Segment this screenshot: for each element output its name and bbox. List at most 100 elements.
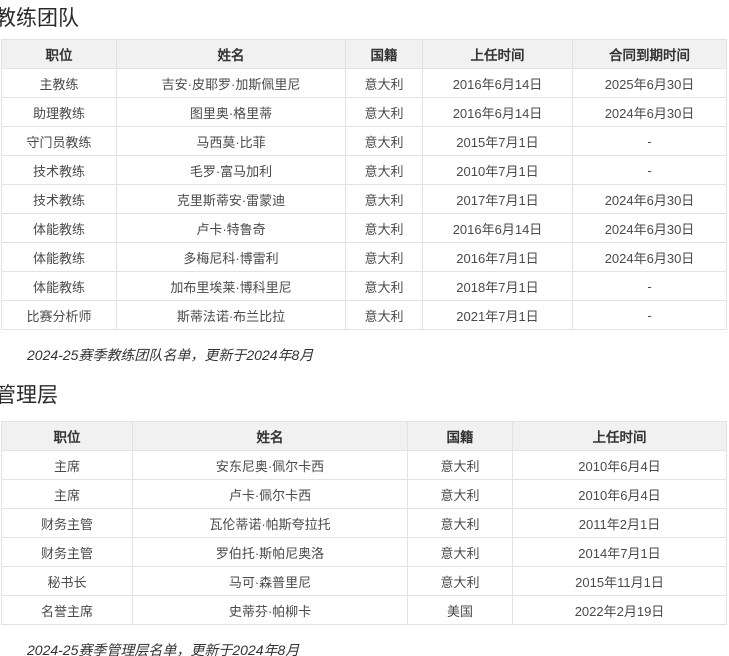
table-cell: 意大利 bbox=[345, 126, 423, 156]
table-cell: 主教练 bbox=[1, 68, 117, 98]
table-row: 主席 安东尼奥·佩尔卡西 意大利 2010年6月4日 bbox=[1, 450, 727, 480]
table-cell: 美国 bbox=[407, 595, 513, 625]
table-cell: 卢卡·特鲁奇 bbox=[116, 213, 346, 243]
header-row: 职位 姓名 国籍 上任时间 bbox=[1, 421, 727, 451]
table-cell: 助理教练 bbox=[1, 97, 117, 127]
table-row: 财务主管 瓦伦蒂诺·帕斯夸拉托 意大利 2011年2月1日 bbox=[1, 508, 727, 538]
table-cell: 意大利 bbox=[345, 213, 423, 243]
table-cell: 财务主管 bbox=[1, 508, 133, 538]
table-cell: 意大利 bbox=[407, 537, 513, 567]
table-cell: 加布里埃莱·博科里尼 bbox=[116, 271, 346, 301]
table-cell: 罗伯托·斯帕尼奥洛 bbox=[132, 537, 408, 567]
table-row: 比赛分析师 斯蒂法诺·布兰比拉 意大利 2021年7月1日 - bbox=[1, 300, 727, 330]
table-cell: 2016年7月1日 bbox=[422, 242, 573, 272]
coaching-section-title: 教练团队 bbox=[0, 7, 79, 30]
table-cell: 2017年7月1日 bbox=[422, 184, 573, 214]
table-cell: 2010年6月4日 bbox=[512, 450, 727, 480]
table-cell: 卢卡·佩尔卡西 bbox=[132, 479, 408, 509]
table-row: 名誉主席 史蒂芬·帕柳卡 美国 2022年2月19日 bbox=[1, 595, 727, 625]
table-row: 财务主管 罗伯托·斯帕尼奥洛 意大利 2014年7月1日 bbox=[1, 537, 727, 567]
table-row: 秘书长 马可·森普里尼 意大利 2015年11月1日 bbox=[1, 566, 727, 596]
table-cell: 体能教练 bbox=[1, 242, 117, 272]
table-cell: 2024年6月30日 bbox=[572, 242, 727, 272]
header-row: 职位 姓名 国籍 上任时间 合同到期时间 bbox=[1, 39, 727, 69]
table-cell: 2024年6月30日 bbox=[572, 97, 727, 127]
table-cell: 意大利 bbox=[345, 271, 423, 301]
table-cell: - bbox=[572, 126, 727, 156]
management-table-caption: 2024-25赛季管理层名单，更新于2024年8月 bbox=[27, 642, 300, 656]
column-header: 国籍 bbox=[407, 421, 513, 451]
table-cell: 2015年11月1日 bbox=[512, 566, 727, 596]
page: 教练团队 职位 姓名 国籍 上任时间 合同到期时间 主教练 吉安·皮耶罗·加斯佩里尼 意大利 2… bbox=[0, 0, 729, 656]
table-row: 主席 卢卡·佩尔卡西 意大利 2010年6月4日 bbox=[1, 479, 727, 509]
column-header: 合同到期时间 bbox=[572, 39, 727, 69]
table-cell: 马西莫·比菲 bbox=[116, 126, 346, 156]
table-cell: 名誉主席 bbox=[1, 595, 133, 625]
table-cell: 2015年7月1日 bbox=[422, 126, 573, 156]
table-cell: 2021年7月1日 bbox=[422, 300, 573, 330]
table-row: 技术教练 克里斯蒂安·雷蒙迪 意大利 2017年7月1日 2024年6月30日 bbox=[1, 184, 727, 214]
table-cell: 吉安·皮耶罗·加斯佩里尼 bbox=[116, 68, 346, 98]
table-cell: 体能教练 bbox=[1, 213, 117, 243]
table-cell: 2016年6月14日 bbox=[422, 213, 573, 243]
table-cell: 2010年6月4日 bbox=[512, 479, 727, 509]
table-cell: 意大利 bbox=[407, 450, 513, 480]
table-cell: 意大利 bbox=[407, 508, 513, 538]
table-cell: 史蒂芬·帕柳卡 bbox=[132, 595, 408, 625]
table-row: 体能教练 卢卡·特鲁奇 意大利 2016年6月14日 2024年6月30日 bbox=[1, 213, 727, 243]
coaching-table: 职位 姓名 国籍 上任时间 合同到期时间 主教练 吉安·皮耶罗·加斯佩里尼 意大利 2016年6… bbox=[1, 39, 727, 330]
table-cell: 多梅尼科·博雷利 bbox=[116, 242, 346, 272]
column-header: 上任时间 bbox=[512, 421, 727, 451]
table-cell: 意大利 bbox=[345, 68, 423, 98]
table-cell: 克里斯蒂安·雷蒙迪 bbox=[116, 184, 346, 214]
management-table: 职位 姓名 国籍 上任时间 主席 安东尼奥·佩尔卡西 意大利 2010年6月4日 主席 卢卡·佩尔… bbox=[1, 421, 727, 625]
table-cell: 主席 bbox=[1, 479, 133, 509]
table-cell: 比赛分析师 bbox=[1, 300, 117, 330]
table-cell: 2022年2月19日 bbox=[512, 595, 727, 625]
table-cell: 2016年6月14日 bbox=[422, 97, 573, 127]
table-cell: 意大利 bbox=[345, 184, 423, 214]
column-header: 职位 bbox=[1, 39, 117, 69]
table-cell: 毛罗·富马加利 bbox=[116, 155, 346, 185]
table-cell: 秘书长 bbox=[1, 566, 133, 596]
table-cell: - bbox=[572, 155, 727, 185]
coaching-table-caption: 2024-25赛季教练团队名单，更新于2024年8月 bbox=[27, 347, 314, 363]
management-section-title: 管理层 bbox=[0, 384, 58, 407]
table-cell: 意大利 bbox=[345, 300, 423, 330]
table-cell: 2016年6月14日 bbox=[422, 68, 573, 98]
table-row: 技术教练 毛罗·富马加利 意大利 2010年7月1日 - bbox=[1, 155, 727, 185]
table-cell: 2014年7月1日 bbox=[512, 537, 727, 567]
table-cell: 斯蒂法诺·布兰比拉 bbox=[116, 300, 346, 330]
table-cell: - bbox=[572, 271, 727, 301]
table-cell: 马可·森普里尼 bbox=[132, 566, 408, 596]
table-cell: 守门员教练 bbox=[1, 126, 117, 156]
table-cell: 2018年7月1日 bbox=[422, 271, 573, 301]
column-header: 国籍 bbox=[345, 39, 423, 69]
table-cell: 意大利 bbox=[407, 566, 513, 596]
table-row: 主教练 吉安·皮耶罗·加斯佩里尼 意大利 2016年6月14日 2025年6月30日 bbox=[1, 68, 727, 98]
table-cell: 瓦伦蒂诺·帕斯夸拉托 bbox=[132, 508, 408, 538]
table-cell: 2025年6月30日 bbox=[572, 68, 727, 98]
table-cell: 图里奥·格里蒂 bbox=[116, 97, 346, 127]
column-header: 上任时间 bbox=[422, 39, 573, 69]
table-cell: 2011年2月1日 bbox=[512, 508, 727, 538]
column-header: 姓名 bbox=[116, 39, 346, 69]
table-row: 体能教练 加布里埃莱·博科里尼 意大利 2018年7月1日 - bbox=[1, 271, 727, 301]
table-cell: 2024年6月30日 bbox=[572, 213, 727, 243]
table-cell: 意大利 bbox=[345, 155, 423, 185]
table-cell: 体能教练 bbox=[1, 271, 117, 301]
table-row: 体能教练 多梅尼科·博雷利 意大利 2016年7月1日 2024年6月30日 bbox=[1, 242, 727, 272]
table-cell: 意大利 bbox=[407, 479, 513, 509]
table-cell: 2010年7月1日 bbox=[422, 155, 573, 185]
column-header: 职位 bbox=[1, 421, 133, 451]
table-cell: 财务主管 bbox=[1, 537, 133, 567]
table-cell: 技术教练 bbox=[1, 184, 117, 214]
table-cell: 主席 bbox=[1, 450, 133, 480]
table-cell: - bbox=[572, 300, 727, 330]
table-cell: 意大利 bbox=[345, 97, 423, 127]
table-cell: 2024年6月30日 bbox=[572, 184, 727, 214]
table-row: 助理教练 图里奥·格里蒂 意大利 2016年6月14日 2024年6月30日 bbox=[1, 97, 727, 127]
table-row: 守门员教练 马西莫·比菲 意大利 2015年7月1日 - bbox=[1, 126, 727, 156]
table-cell: 意大利 bbox=[345, 242, 423, 272]
column-header: 姓名 bbox=[132, 421, 408, 451]
